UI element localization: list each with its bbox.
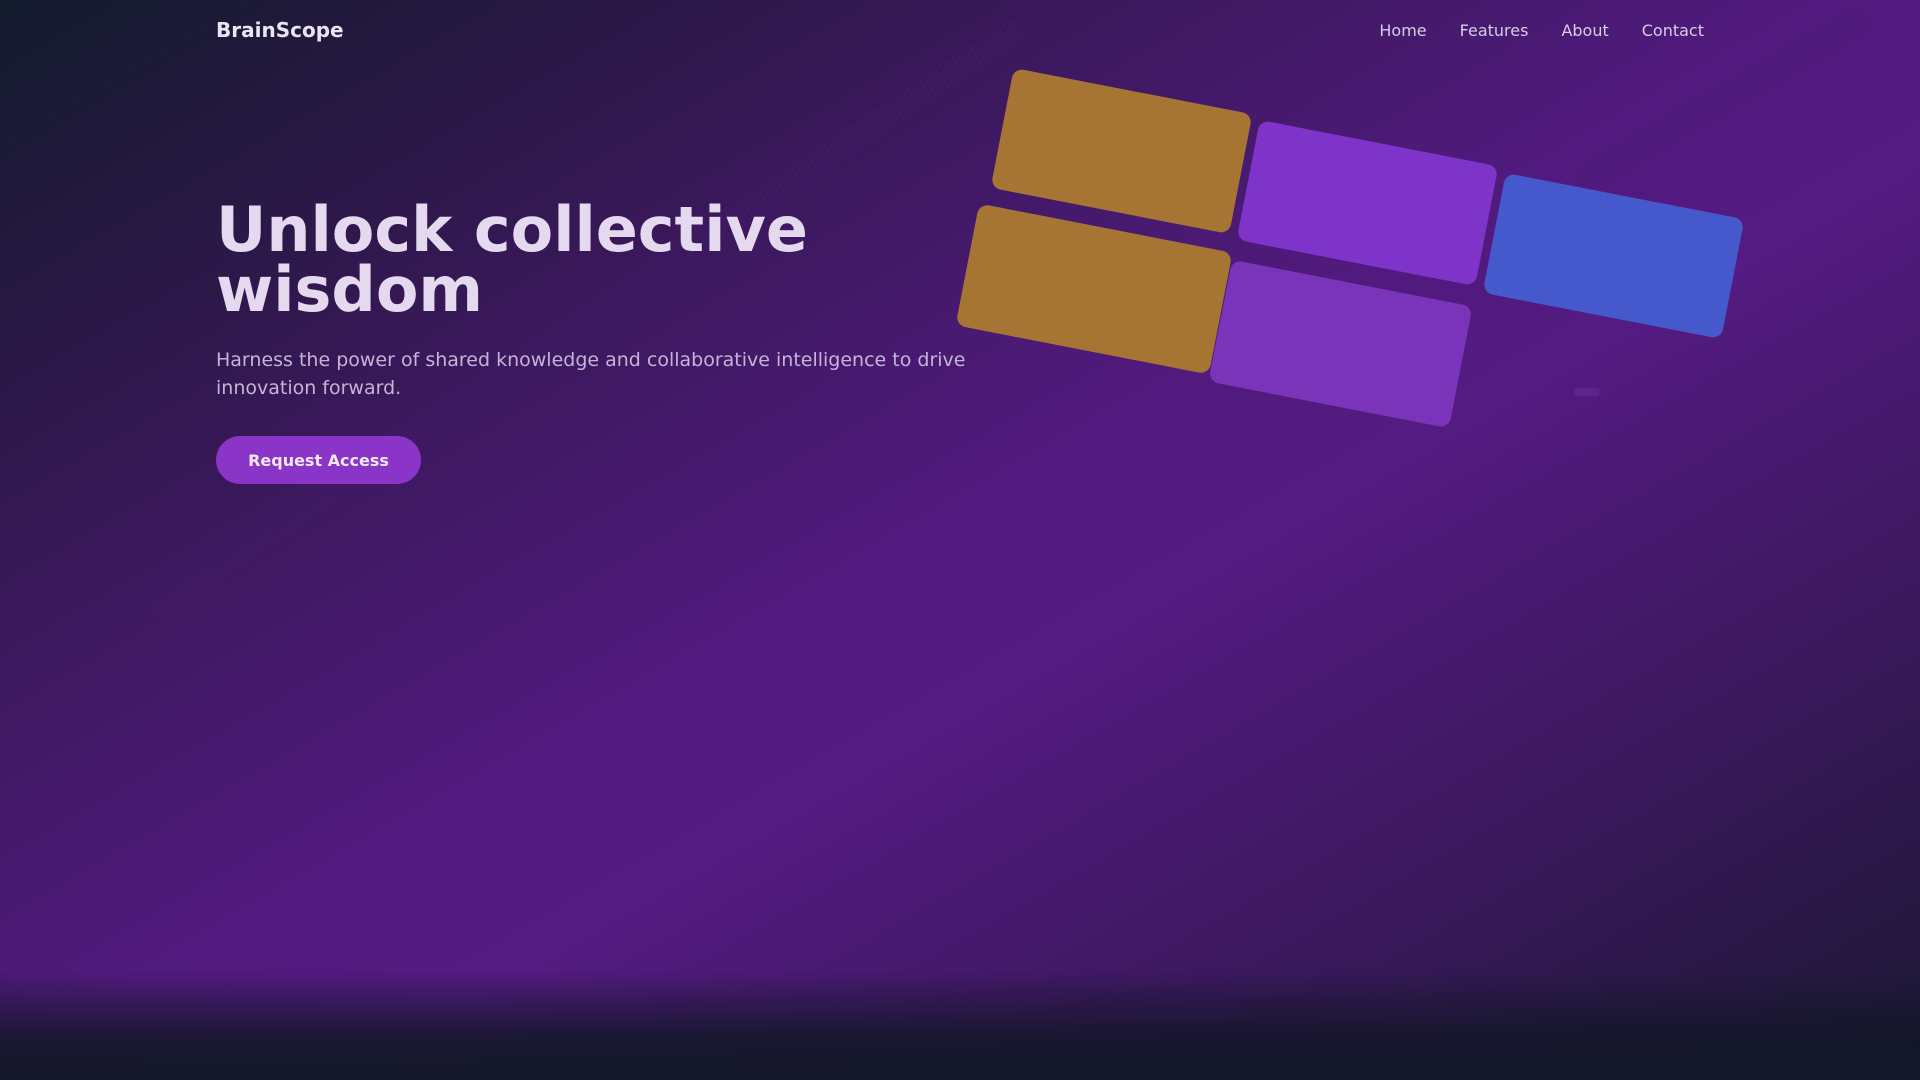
decorative-tile-amber — [955, 203, 1233, 375]
top-navigation: BrainScope Home Features About Contact — [216, 0, 1704, 60]
nav-link-home[interactable]: Home — [1379, 21, 1426, 40]
decorative-tile-purple — [1236, 119, 1499, 287]
request-access-button[interactable]: Request Access — [216, 436, 421, 484]
nav-link-contact[interactable]: Contact — [1642, 21, 1704, 40]
hero-section: Unlock collective wisdom Harness the pow… — [216, 193, 976, 484]
nav-link-about[interactable]: About — [1561, 21, 1608, 40]
nav-link-features[interactable]: Features — [1460, 21, 1529, 40]
hero-title: Unlock collective wisdom — [216, 193, 808, 326]
decorative-tile-amber — [990, 67, 1253, 235]
faint-decorative-icon — [1572, 384, 1602, 400]
decorative-tile-blue — [1482, 172, 1745, 340]
hero-subtitle: Harness the power of shared knowledge an… — [216, 349, 966, 399]
decorative-tile-purple — [1208, 259, 1473, 429]
brand-logo[interactable]: BrainScope — [216, 18, 344, 42]
nav-links: Home Features About Contact — [1379, 21, 1704, 40]
bottom-fade — [0, 970, 1920, 1080]
